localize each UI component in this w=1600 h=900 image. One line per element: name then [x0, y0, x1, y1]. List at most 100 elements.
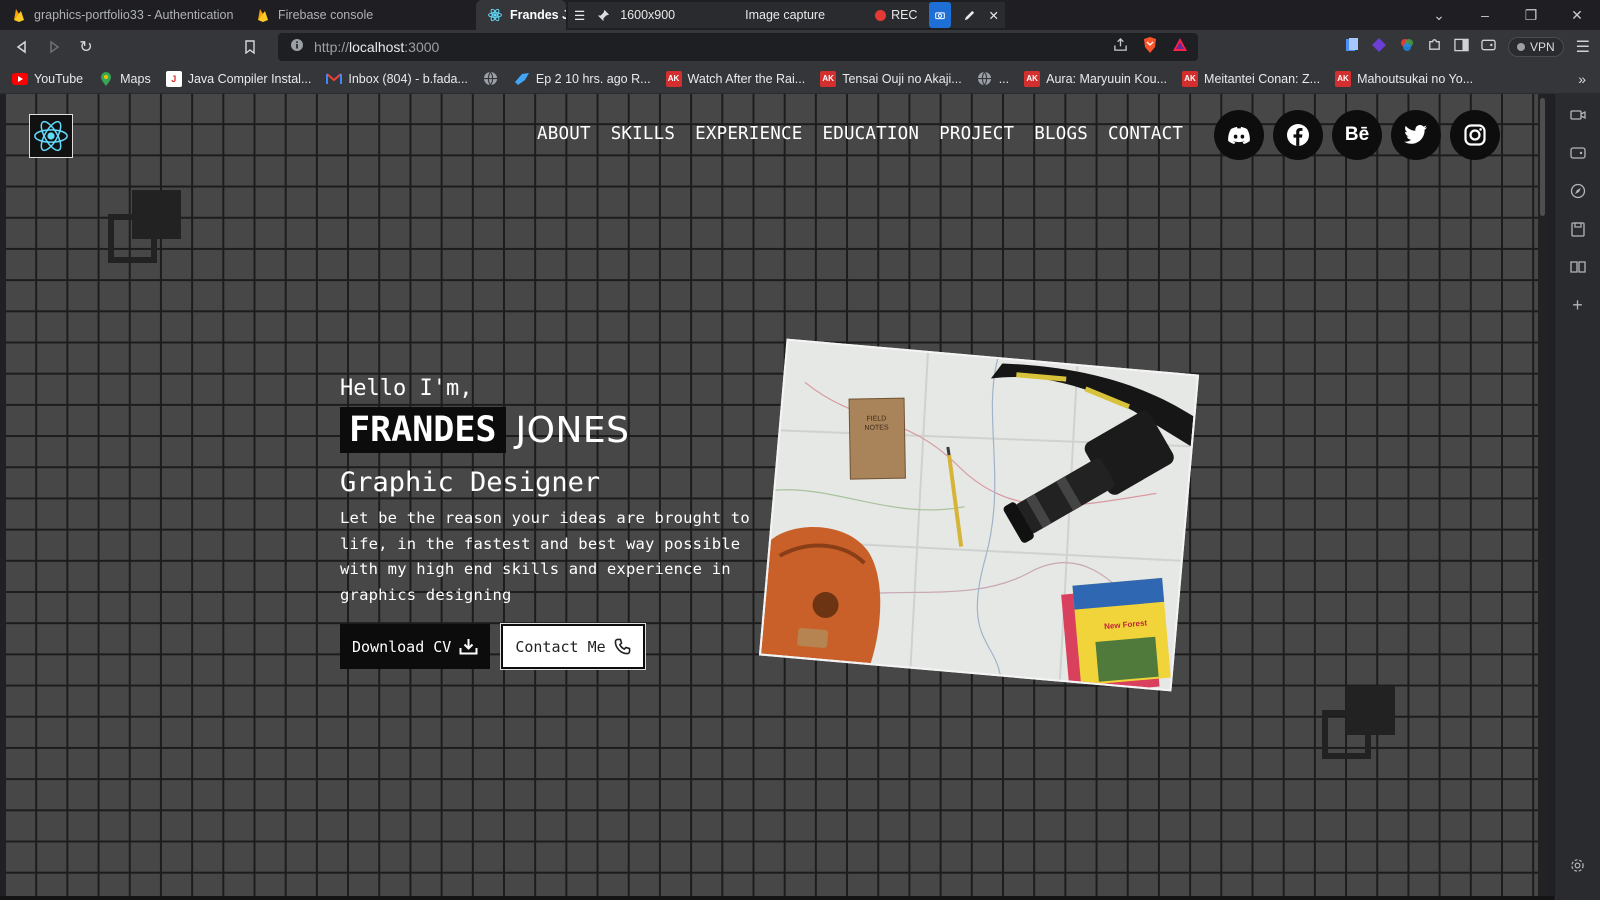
hero-photo: FIELD NOTES New Forest [758, 338, 1200, 692]
reading-list-icon[interactable] [1569, 258, 1587, 276]
tab-firebase-console[interactable]: Firebase console [244, 0, 476, 30]
address-bar[interactable]: http://localhost:3000 [278, 33, 1198, 61]
pen-icon[interactable] [957, 2, 982, 28]
tab-search-icon[interactable]: ⌄ [1416, 0, 1462, 30]
menu-icon[interactable]: ☰ [568, 2, 591, 28]
download-icon [459, 639, 478, 655]
brave-shields-icon[interactable] [1142, 36, 1158, 59]
hero-actions: Download CV Contact Me [340, 623, 750, 670]
add-panel-icon[interactable]: + [1569, 295, 1587, 315]
bookmark-label: Aura: Maryuuin Kou... [1046, 71, 1168, 86]
discord-button[interactable] [1214, 110, 1264, 160]
ak-icon: AK [1335, 70, 1352, 87]
pin-icon[interactable] [591, 2, 616, 28]
react-logo-icon [34, 120, 68, 152]
bookmark-maps[interactable]: Maps [98, 71, 151, 87]
reload-icon[interactable]: ↻ [70, 33, 102, 61]
hero-greeting: Hello I'm, [340, 376, 473, 401]
restore-icon[interactable]: ❐ [1508, 0, 1554, 30]
tab-firebase-auth[interactable]: graphics-portfolio33 - Authentication [0, 0, 244, 30]
nav-blogs[interactable]: BLOGS [1034, 124, 1088, 144]
site-logo[interactable] [29, 114, 73, 158]
camera-button[interactable] [923, 2, 957, 28]
behance-icon: Bē [1344, 124, 1370, 145]
contact-me-button[interactable]: Contact Me [500, 623, 646, 670]
nav-about[interactable]: ABOUT [537, 124, 591, 144]
bookmark-label: Java Compiler Instal... [187, 71, 312, 86]
info-icon[interactable] [290, 38, 304, 57]
back-icon[interactable] [6, 33, 38, 61]
tab-title: Firebase console [278, 8, 374, 22]
url-text: http://localhost:3000 [314, 39, 440, 55]
twitter-button[interactable] [1391, 110, 1441, 160]
bookmark-episode[interactable]: Ep 2 10 hrs. ago R... [514, 71, 651, 87]
bookmark-globe[interactable] [483, 71, 499, 87]
react-icon [488, 8, 502, 22]
wallet-sidebar-icon[interactable] [1569, 144, 1587, 162]
tab-frandes[interactable]: Frandes J. [476, 0, 566, 30]
more-bookmarks-icon[interactable]: » [1578, 64, 1586, 94]
page-scrollbar[interactable] [1538, 94, 1548, 896]
bookmark-java[interactable]: J Java Compiler Instal... [165, 70, 312, 87]
bookmark-icon[interactable] [234, 33, 266, 61]
hero-first-name: FRANDES [340, 407, 506, 453]
forward-icon[interactable] [38, 33, 70, 61]
tab-title: Frandes J. [510, 8, 566, 22]
capture-toolbar: ☰ 1600x900 Image capture REC ✕ [568, 2, 1005, 28]
download-cv-button[interactable]: Download CV [340, 624, 491, 669]
doc-extension-icon[interactable] [1345, 37, 1359, 58]
brave-rewards-icon[interactable] [1172, 37, 1188, 57]
share-icon[interactable] [1113, 37, 1128, 57]
bookmark-aura[interactable]: AK Aura: Maryuuin Kou... [1024, 70, 1168, 87]
bookmark-label: Maps [120, 71, 151, 86]
bookmark-label: Watch After the Rai... [687, 71, 806, 86]
java-icon: J [165, 70, 182, 87]
record-button[interactable]: REC [869, 2, 923, 28]
bookmark-after-the-rain[interactable]: AK Watch After the Rai... [665, 70, 806, 87]
instagram-icon [1464, 124, 1486, 146]
bookmark-globe-2[interactable]: ... [977, 71, 1009, 87]
hero-section: Hello I'm, FRANDES JONES Graphic Designe… [340, 376, 750, 670]
hero-role: Graphic Designer [340, 467, 601, 498]
bookmark-youtube[interactable]: YouTube [12, 71, 83, 87]
tab-title: graphics-portfolio33 - Authentication [34, 8, 234, 22]
bookmark-gmail[interactable]: Inbox (804) - b.fada... [326, 71, 468, 87]
video-icon[interactable] [1569, 106, 1587, 124]
facebook-button[interactable] [1273, 110, 1323, 160]
bookmark-conan[interactable]: AK Meitantei Conan: Z... [1182, 70, 1320, 87]
extensions-area: VPN ☰ [1345, 30, 1590, 64]
diamond-extension-icon[interactable] [1371, 37, 1387, 58]
browser-sidebar: + [1554, 94, 1600, 900]
svg-text:NOTES: NOTES [864, 424, 889, 431]
color-extension-icon[interactable] [1399, 37, 1415, 58]
nav-education[interactable]: EDUCATION [822, 124, 919, 144]
maps-icon [98, 71, 114, 87]
behance-button[interactable]: Bē [1332, 110, 1382, 160]
close-capture-icon[interactable]: ✕ [982, 2, 1004, 28]
extensions-puzzle-icon[interactable] [1427, 37, 1442, 57]
nav-contact[interactable]: CONTACT [1108, 124, 1183, 144]
nav-project[interactable]: PROJECT [939, 124, 1014, 144]
compass-icon[interactable] [1569, 182, 1587, 200]
scrollbar-thumb[interactable] [1540, 98, 1545, 216]
vpn-button[interactable]: VPN [1507, 37, 1564, 57]
nav-skills[interactable]: SKILLS [611, 124, 675, 144]
discord-icon [1228, 126, 1250, 144]
sidebar-settings-icon[interactable] [1569, 856, 1587, 874]
instagram-button[interactable] [1450, 110, 1500, 160]
firebase-icon [12, 8, 26, 22]
bookmark-mahoutsukai[interactable]: AK Mahoutsukai no Yo... [1335, 70, 1473, 87]
ak-icon: AK [820, 70, 837, 87]
save-icon[interactable] [1569, 220, 1587, 238]
record-dot-icon [875, 9, 887, 21]
bookmark-tensai-ouji[interactable]: AK Tensai Ouji no Akaji... [820, 70, 962, 87]
menu-hamburger-icon[interactable]: ☰ [1576, 37, 1590, 57]
close-window-icon[interactable]: ✕ [1554, 0, 1600, 30]
phone-icon [614, 638, 631, 655]
bookmark-label: Tensai Ouji no Akaji... [842, 71, 962, 86]
minimize-icon[interactable]: – [1462, 0, 1508, 30]
nav-experience[interactable]: EXPERIENCE [695, 124, 802, 144]
social-links: Bē [1214, 110, 1500, 160]
wallet-icon[interactable] [1481, 38, 1496, 57]
sidebar-toggle-icon[interactable] [1454, 38, 1469, 57]
